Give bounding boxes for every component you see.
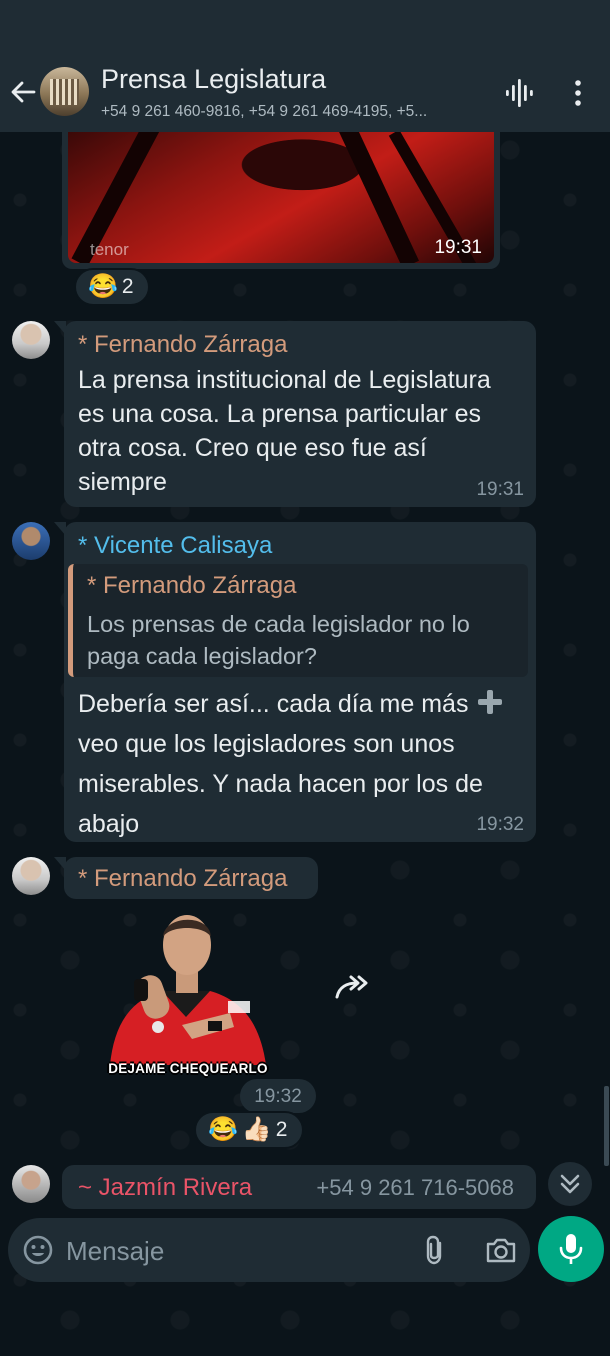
avatar[interactable] (12, 522, 50, 560)
sender-name[interactable]: * Fernando Zárraga (78, 865, 287, 893)
thumbs-up-emoji: 👍🏻 (241, 1116, 272, 1143)
message-composer (8, 1218, 530, 1282)
message-text: Debería ser así... cada día me más veo q… (78, 684, 524, 844)
sender-bubble[interactable]: ~ Jazmín Rivera +54 9 261 716-5068 (62, 1165, 536, 1209)
sticker-caption: DEJAME CHEQUEARLO (108, 1061, 268, 1076)
avatar[interactable] (12, 1165, 50, 1203)
gif-message[interactable]: tenor 19:31 (62, 132, 500, 269)
back-arrow-icon[interactable] (8, 74, 38, 110)
voice-chat-icon[interactable] (504, 77, 534, 109)
avatar[interactable] (12, 857, 50, 895)
chat-header: Prensa Legislatura +54 9 261 460-9816, +… (0, 0, 610, 132)
sender-name[interactable]: * Vicente Calisaya (78, 532, 272, 560)
heavy-plus-icon (478, 690, 503, 714)
message-time: 19:32 (476, 814, 524, 835)
attach-icon[interactable] (420, 1234, 450, 1266)
quoted-message[interactable]: * Fernando Zárraga Los prensas de cada l… (68, 564, 528, 677)
laughing-emoji: 😂 (208, 1116, 238, 1143)
scrollbar[interactable] (604, 1086, 609, 1166)
gif-thumbnail[interactable]: tenor 19:31 (68, 132, 494, 263)
quoted-sender: * Fernando Zárraga (87, 572, 297, 599)
laughing-emoji: 😂 (88, 273, 118, 300)
chat-title[interactable]: Prensa Legislatura (101, 64, 326, 95)
forward-icon[interactable] (333, 973, 369, 1003)
message-bubble[interactable]: * Fernando Zárraga La prensa institucion… (54, 321, 536, 507)
camera-icon[interactable] (484, 1234, 518, 1266)
microphone-icon (559, 1234, 583, 1264)
double-chevron-down-icon (560, 1174, 580, 1194)
sender-phone: +54 9 261 716-5068 (316, 1175, 514, 1200)
reaction-count: 2 (275, 1118, 288, 1141)
reaction-count: 2 (121, 275, 134, 298)
more-options-icon[interactable] (568, 78, 588, 108)
tenor-watermark: tenor (90, 240, 129, 259)
message-time: 19:31 (476, 479, 524, 500)
scroll-to-bottom-button[interactable] (548, 1162, 592, 1206)
reaction-pill[interactable]: 😂 2 (74, 268, 150, 306)
mic-button[interactable] (538, 1216, 604, 1282)
message-text-part: veo que los legisladores son unos misera… (78, 730, 483, 838)
message-text: La prensa institucional de Legislatura e… (78, 366, 491, 496)
avatar[interactable] (12, 321, 50, 359)
message-text-part: Debería ser así... cada día me más (78, 690, 469, 718)
reaction-pill[interactable]: 😂 👍🏻 2 (194, 1111, 304, 1149)
message-time: 19:32 (240, 1079, 316, 1113)
emoji-icon[interactable] (22, 1234, 54, 1266)
message-time: 19:31 (434, 237, 482, 258)
sender-bubble[interactable]: * Fernando Zárraga (54, 857, 318, 899)
message-bubble[interactable]: * Vicente Calisaya * Fernando Zárraga Lo… (54, 522, 536, 844)
message-input[interactable] (64, 1228, 408, 1274)
sender-name[interactable]: * Fernando Zárraga (78, 331, 287, 359)
group-avatar[interactable] (40, 67, 89, 116)
chat-participants[interactable]: +54 9 261 460-9816, +54 9 261 469-4195, … (101, 103, 481, 121)
quoted-text: Los prensas de cada legislador no lo pag… (87, 611, 470, 669)
referee-sticker[interactable] (100, 905, 272, 1080)
sender-name[interactable]: ~ Jazmín Rivera (78, 1174, 252, 1202)
